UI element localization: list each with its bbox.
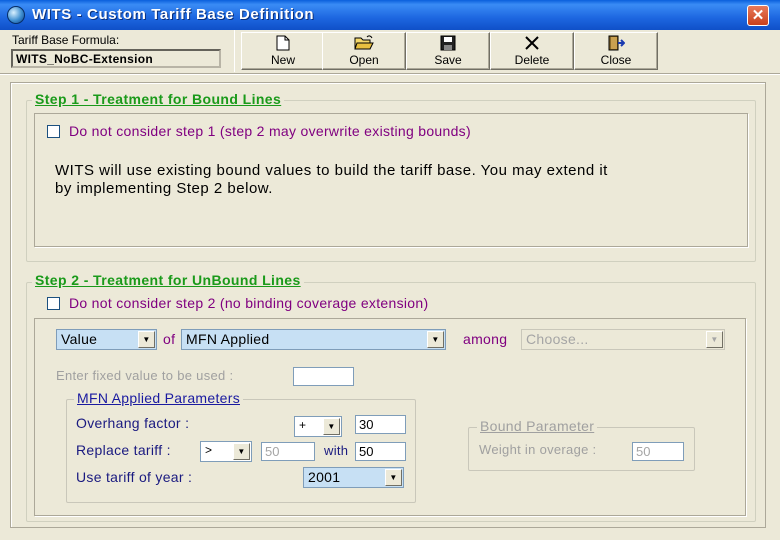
step2-skip-checkbox[interactable] bbox=[47, 297, 60, 310]
fixed-value-label: Enter fixed value to be used : bbox=[56, 368, 234, 383]
window-close-button[interactable]: ✕ bbox=[747, 5, 769, 26]
among-select-text: Choose... bbox=[526, 331, 589, 347]
formula-name-field[interactable] bbox=[11, 49, 221, 68]
with-label: with bbox=[324, 443, 349, 458]
open-folder-icon bbox=[323, 35, 405, 53]
step1-title: Step 1 - Treatment for Bound Lines bbox=[32, 91, 285, 107]
overhang-operator-text: + bbox=[299, 418, 307, 432]
step1-description-line1: WITS will use existing bound values to b… bbox=[55, 162, 608, 179]
overhang-label: Overhang factor : bbox=[76, 415, 190, 431]
chevron-down-icon[interactable]: ▼ bbox=[233, 443, 250, 460]
delete-button[interactable]: Delete bbox=[490, 32, 574, 70]
chevron-down-icon[interactable]: ▼ bbox=[385, 469, 402, 486]
chevron-down-icon[interactable]: ▼ bbox=[706, 331, 723, 348]
value-select[interactable]: Value ▼ bbox=[56, 329, 157, 350]
among-label: among bbox=[463, 331, 508, 347]
tariff-year-text: 2001 bbox=[308, 469, 341, 485]
formula-label: Tariff Base Formula: bbox=[12, 33, 120, 47]
new-button[interactable]: New bbox=[241, 32, 325, 70]
window-title: WITS - Custom Tariff Base Definition bbox=[32, 6, 315, 23]
replace-operator-select[interactable]: > ▼ bbox=[200, 441, 252, 462]
step2-skip-label: Do not consider step 2 (no binding cover… bbox=[69, 295, 429, 311]
fixed-value-input[interactable] bbox=[293, 367, 354, 386]
mfn-params-title: MFN Applied Parameters bbox=[74, 390, 243, 406]
exit-door-icon bbox=[575, 35, 657, 53]
step1-skip-checkbox[interactable] bbox=[47, 125, 60, 138]
open-button-label: Open bbox=[349, 53, 379, 67]
delete-button-label: Delete bbox=[514, 53, 550, 67]
globe-icon bbox=[7, 6, 25, 24]
source-select-text: MFN Applied bbox=[186, 331, 270, 347]
chevron-down-icon[interactable]: ▼ bbox=[138, 331, 155, 348]
replace-with-input[interactable] bbox=[355, 442, 406, 461]
of-label: of bbox=[163, 331, 176, 347]
new-document-icon bbox=[242, 35, 324, 53]
close-button[interactable]: Close bbox=[574, 32, 658, 70]
open-button[interactable]: Open bbox=[322, 32, 406, 70]
toolbar-separator bbox=[0, 73, 780, 75]
weight-label: Weight in overage : bbox=[479, 442, 597, 457]
delete-x-icon bbox=[491, 35, 573, 53]
new-button-label: New bbox=[270, 53, 295, 67]
weight-input[interactable] bbox=[632, 442, 684, 461]
replace-tariff-label: Replace tariff : bbox=[76, 442, 171, 458]
overhang-operator-select[interactable]: + ▼ bbox=[294, 416, 342, 437]
chevron-down-icon[interactable]: ▼ bbox=[427, 331, 444, 348]
overhang-value-input[interactable] bbox=[355, 415, 406, 434]
step2-title: Step 2 - Treatment for UnBound Lines bbox=[32, 272, 304, 288]
tariff-year-label: Use tariff of year : bbox=[76, 469, 193, 485]
step1-skip-label: Do not consider step 1 (step 2 may overw… bbox=[69, 123, 471, 139]
replace-threshold-input[interactable] bbox=[261, 442, 315, 461]
among-select[interactable]: Choose... ▼ bbox=[521, 329, 725, 350]
replace-operator-text: > bbox=[205, 443, 213, 457]
close-button-label: Close bbox=[600, 53, 632, 67]
save-button[interactable]: Save bbox=[406, 32, 490, 70]
tariff-year-select[interactable]: 2001 ▼ bbox=[303, 467, 404, 488]
save-button-label: Save bbox=[434, 53, 462, 67]
floppy-disk-icon bbox=[407, 35, 489, 53]
source-select[interactable]: MFN Applied ▼ bbox=[181, 329, 446, 350]
step1-description-line2: by implementing Step 2 below. bbox=[55, 180, 273, 197]
chevron-down-icon[interactable]: ▼ bbox=[323, 418, 340, 435]
value-select-text: Value bbox=[61, 331, 98, 347]
bound-params-title: Bound Parameter bbox=[477, 418, 598, 434]
